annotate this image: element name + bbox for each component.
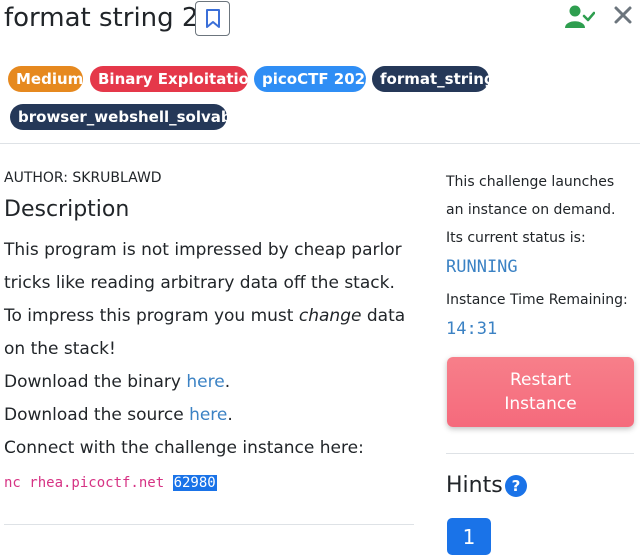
tag-browser-webshell[interactable]: browser_webshell_solvable [10, 104, 247, 130]
launch-info: This challenge launches an instance on d… [446, 174, 616, 218]
tag-category[interactable]: Binary Exploitation [90, 66, 260, 92]
hint-button-1[interactable]: 1 [447, 518, 491, 555]
tag-event[interactable]: picoCTF 2024 [254, 66, 376, 92]
connect-command[interactable]: nc rhea.picoctf.net 62980 [4, 473, 414, 493]
header-divider [0, 143, 640, 144]
bookmark-icon [205, 8, 220, 28]
description-text: This program is not impressed by cheap p… [4, 240, 406, 359]
author-line: AUTHOR: SKRUBLAWD [4, 170, 162, 186]
description-emphasis: change [298, 306, 362, 326]
bookmark-button[interactable] [195, 1, 230, 36]
hints-help-icon[interactable]: ? [505, 475, 527, 497]
connect-instructions: Connect with the challenge instance here… [4, 438, 364, 458]
download-binary-link[interactable]: here [186, 372, 224, 392]
close-icon[interactable] [612, 4, 634, 26]
status-value: RUNNING [446, 257, 518, 277]
challenge-body: AUTHOR: SKRUBLAWD Description This progr… [4, 160, 414, 493]
hints-heading: Hints [446, 473, 503, 498]
sidebar-divider [446, 453, 634, 454]
download-source-link[interactable]: here [189, 405, 227, 425]
download-source-line: Download the source here. [4, 405, 233, 425]
time-label: Instance Time Remaining: [446, 292, 628, 308]
port-number[interactable]: 62980 [172, 475, 217, 491]
instance-panel: This challenge launches an instance on d… [446, 168, 636, 344]
user-check-icon[interactable] [565, 4, 595, 30]
tag-format-string[interactable]: format_string [372, 66, 495, 92]
body-divider [4, 524, 414, 525]
challenge-title: format string 2 [4, 3, 199, 33]
tag-difficulty[interactable]: Medium [8, 66, 83, 92]
time-remaining: 14:31 [446, 319, 498, 339]
status-label: Its current status is: [446, 230, 586, 246]
download-binary-line: Download the binary here. [4, 372, 231, 392]
description-heading: Description [4, 197, 130, 222]
restart-instance-button[interactable]: Restart Instance [447, 357, 634, 427]
